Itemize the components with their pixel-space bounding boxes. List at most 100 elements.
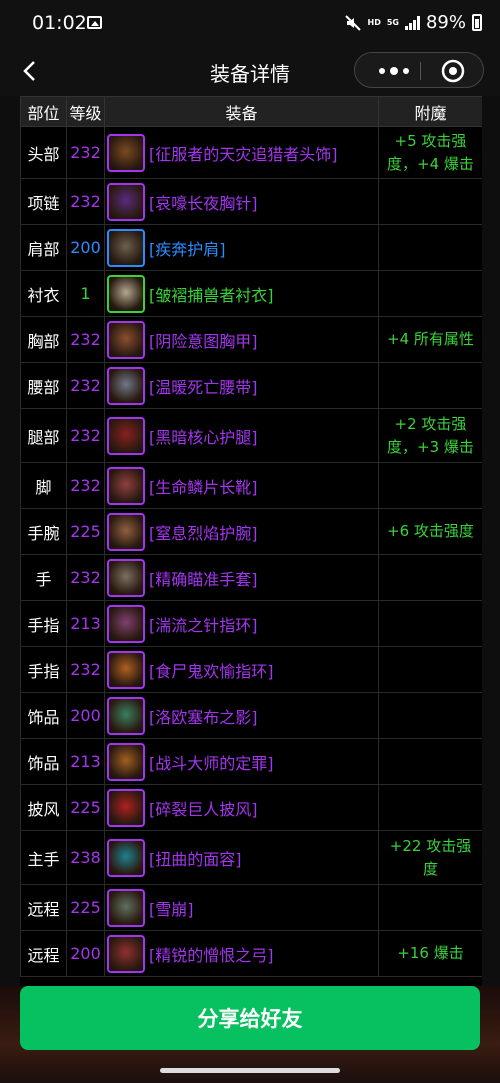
item-level-cell: 200 bbox=[66, 930, 105, 977]
item-name-link[interactable]: [扭曲的面容] bbox=[149, 846, 242, 870]
enchant-cell: +5 攻击强 度，+4 爆击 bbox=[378, 126, 482, 179]
trinket-icon[interactable] bbox=[107, 742, 145, 781]
item-cell[interactable]: [温暖死亡腰带] bbox=[104, 362, 379, 409]
item-cell[interactable]: [洛欧塞布之影] bbox=[104, 692, 379, 739]
image-notification-icon bbox=[87, 16, 102, 29]
table-row[interactable]: 手 232 [精确瞄准手套] bbox=[20, 554, 482, 601]
item-name-link[interactable]: [食尸鬼欢愉指环] bbox=[149, 658, 274, 682]
item-cell[interactable]: [阴险意图胸甲] bbox=[104, 316, 379, 363]
item-cell[interactable]: [精锐的憎恨之弓] bbox=[104, 930, 379, 977]
table-row[interactable]: 披风 225 [碎裂巨人披风] bbox=[20, 784, 482, 831]
bracer-icon[interactable] bbox=[107, 512, 145, 551]
mini-program-capsule bbox=[354, 52, 484, 88]
item-cell[interactable]: [碎裂巨人披风] bbox=[104, 784, 379, 831]
item-cell[interactable]: [精确瞄准手套] bbox=[104, 554, 379, 601]
item-name-link[interactable]: [皱褶捕兽者衬衣] bbox=[149, 282, 274, 306]
item-name-link[interactable]: [精锐的憎恨之弓] bbox=[149, 942, 274, 966]
helm-icon[interactable] bbox=[107, 133, 145, 172]
item-cell[interactable]: [湍流之针指环] bbox=[104, 600, 379, 647]
item-level-cell: 232 bbox=[66, 462, 105, 509]
table-row[interactable]: 手腕 225 [窒息烈焰护腕] +6 攻击强度 bbox=[20, 508, 482, 555]
table-row[interactable]: 项链 232 [哀嚎长夜胸针] bbox=[20, 178, 482, 225]
enchant-cell: +6 攻击强度 bbox=[378, 508, 482, 555]
capsule-divider bbox=[420, 62, 421, 80]
item-cell[interactable]: [扭曲的面容] bbox=[104, 830, 379, 885]
table-row[interactable]: 脚 232 [生命鳞片长靴] bbox=[20, 462, 482, 509]
table-row[interactable]: 远程 200 [精锐的憎恨之弓] +16 爆击 bbox=[20, 930, 482, 977]
table-row[interactable]: 远程 225 [雪崩] bbox=[20, 884, 482, 931]
nav-bar: 装备详情 bbox=[0, 48, 500, 96]
item-name-link[interactable]: [黑暗核心护腿] bbox=[149, 424, 258, 448]
enchant-line-1: +5 攻击强 bbox=[394, 131, 467, 150]
item-cell[interactable]: [食尸鬼欢愉指环] bbox=[104, 646, 379, 693]
item-cell[interactable]: [生命鳞片长靴] bbox=[104, 462, 379, 509]
table-row[interactable]: 肩部 200 [疾奔护肩] bbox=[20, 224, 482, 271]
gloves-icon[interactable] bbox=[107, 558, 145, 597]
enchant-line-1: +6 攻击强度 bbox=[387, 522, 474, 540]
ring-icon[interactable] bbox=[107, 650, 145, 689]
more-icon[interactable] bbox=[369, 53, 419, 89]
cloak-icon[interactable] bbox=[107, 788, 145, 827]
item-cell[interactable]: [疾奔护肩] bbox=[104, 224, 379, 271]
table-row[interactable]: 头部 232 [征服者的天灾追猎者头饰] +5 攻击强 度，+4 爆击 bbox=[20, 126, 482, 179]
item-cell[interactable]: [哀嚎长夜胸针] bbox=[104, 178, 379, 225]
enchant-line-1: +22 攻击强 bbox=[389, 836, 472, 855]
item-cell[interactable]: [皱褶捕兽者衬衣] bbox=[104, 270, 379, 317]
table-row[interactable]: 饰品 200 [洛欧塞布之影] bbox=[20, 692, 482, 739]
header-enchant: 附魔 bbox=[378, 96, 482, 127]
bow-icon[interactable] bbox=[107, 934, 145, 973]
battery-level: 89% bbox=[425, 12, 466, 33]
trinket-icon[interactable] bbox=[107, 696, 145, 735]
table-row[interactable]: 饰品 213 [战斗大师的定罪] bbox=[20, 738, 482, 785]
item-name-link[interactable]: [哀嚎长夜胸针] bbox=[149, 190, 258, 214]
equipment-table-container[interactable]: 部位 等级 装备 附魔 头部 232 [征服者的天灾追猎者头饰] +5 攻击强 度，+4… bbox=[20, 96, 482, 986]
weapon-icon[interactable] bbox=[107, 838, 145, 877]
item-name-link[interactable]: [精确瞄准手套] bbox=[149, 566, 258, 590]
item-name-link[interactable]: [温暖死亡腰带] bbox=[149, 374, 258, 398]
enchant-line-2: 度，+4 爆击 bbox=[387, 154, 474, 173]
share-to-friends-button[interactable]: 分享给好友 bbox=[20, 986, 480, 1050]
gun-icon[interactable] bbox=[107, 888, 145, 927]
battery-icon bbox=[472, 14, 482, 31]
item-name-link[interactable]: [洛欧塞布之影] bbox=[149, 704, 258, 728]
item-name-link[interactable]: [战斗大师的定罪] bbox=[149, 750, 274, 774]
legs-icon[interactable] bbox=[107, 416, 145, 455]
item-name-link[interactable]: [窒息烈焰护腕] bbox=[149, 520, 258, 544]
chest-icon[interactable] bbox=[107, 320, 145, 359]
item-cell[interactable]: [窒息烈焰护腕] bbox=[104, 508, 379, 555]
item-name-link[interactable]: [征服者的天灾追猎者头饰] bbox=[149, 141, 338, 165]
item-level-cell: 238 bbox=[66, 830, 105, 885]
table-row[interactable]: 衬衣 1 [皱褶捕兽者衬衣] bbox=[20, 270, 482, 317]
close-mini-program-icon[interactable] bbox=[441, 59, 465, 83]
item-name-link[interactable]: [疾奔护肩] bbox=[149, 236, 226, 260]
item-name-link[interactable]: [湍流之针指环] bbox=[149, 612, 258, 636]
table-row[interactable]: 腿部 232 [黑暗核心护腿] +2 攻击强 度，+3 爆击 bbox=[20, 408, 482, 463]
necklace-icon[interactable] bbox=[107, 182, 145, 221]
shirt-icon[interactable] bbox=[107, 274, 145, 313]
item-name-link[interactable]: [雪崩] bbox=[149, 896, 194, 920]
item-cell[interactable]: [征服者的天灾追猎者头饰] bbox=[104, 126, 379, 179]
item-name-link[interactable]: [碎裂巨人披风] bbox=[149, 796, 258, 820]
table-row[interactable]: 手指 232 [食尸鬼欢愉指环] bbox=[20, 646, 482, 693]
status-right: HD 5G 89% bbox=[344, 12, 482, 33]
item-name-link[interactable]: [生命鳞片长靴] bbox=[149, 474, 258, 498]
table-row[interactable]: 手指 213 [湍流之针指环] bbox=[20, 600, 482, 647]
status-time: 01:02 bbox=[32, 12, 87, 34]
item-name-link[interactable]: [阴险意图胸甲] bbox=[149, 328, 258, 352]
shoulder-icon[interactable] bbox=[107, 228, 145, 267]
table-row[interactable]: 主手 238 [扭曲的面容] +22 攻击强度 bbox=[20, 830, 482, 885]
enchant-cell bbox=[378, 462, 482, 509]
boots-icon[interactable] bbox=[107, 466, 145, 505]
table-row[interactable]: 胸部 232 [阴险意图胸甲] +4 所有属性 bbox=[20, 316, 482, 363]
enchant-cell bbox=[378, 884, 482, 931]
ring-icon[interactable] bbox=[107, 604, 145, 643]
item-cell[interactable]: [战斗大师的定罪] bbox=[104, 738, 379, 785]
enchant-line-2: 度 bbox=[422, 859, 438, 878]
belt-icon[interactable] bbox=[107, 366, 145, 405]
table-row[interactable]: 腰部 232 [温暖死亡腰带] bbox=[20, 362, 482, 409]
item-cell[interactable]: [雪崩] bbox=[104, 884, 379, 931]
mute-icon bbox=[344, 14, 361, 31]
item-level-cell: 232 bbox=[66, 554, 105, 601]
item-cell[interactable]: [黑暗核心护腿] bbox=[104, 408, 379, 463]
table-header: 部位 等级 装备 附魔 bbox=[20, 96, 482, 127]
